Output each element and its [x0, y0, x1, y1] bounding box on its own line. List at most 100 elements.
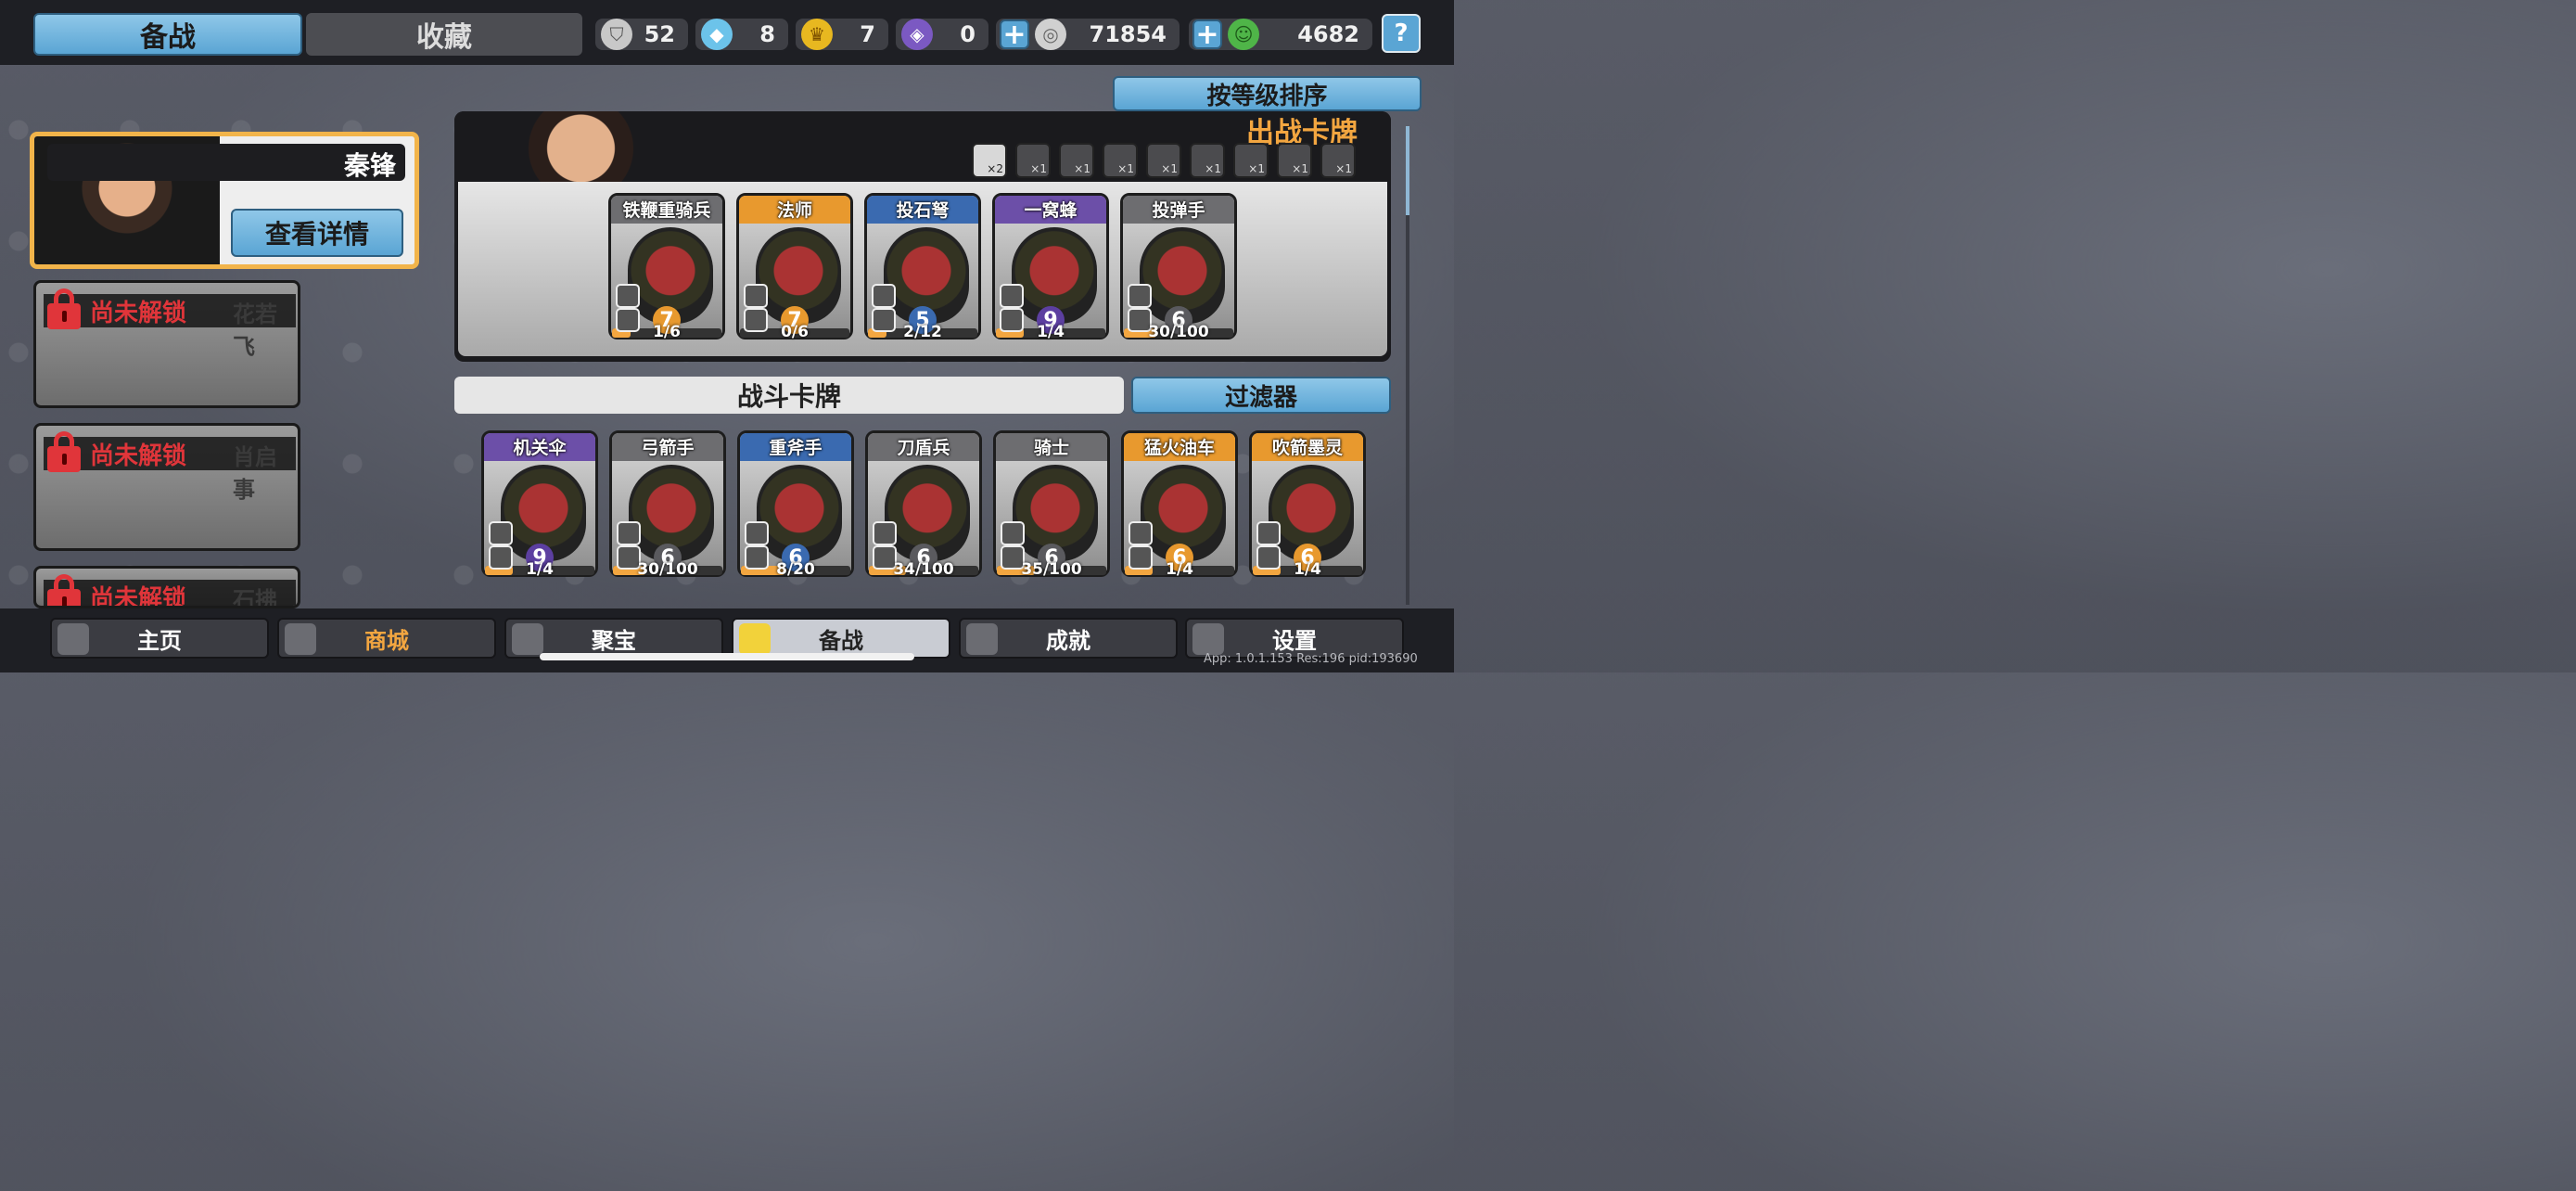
nav-shop[interactable]: 商城: [277, 618, 496, 659]
resource-coins: + ◎ 71854: [996, 19, 1180, 51]
green-gem-icon: ☺: [1228, 19, 1259, 50]
trait-icon[interactable]: ×1: [1103, 143, 1138, 178]
trait-icon[interactable]: ×1: [1190, 143, 1225, 178]
unit-card[interactable]: 重斧手 6 8/20: [737, 430, 854, 579]
nav-settings-label: 设置: [1272, 627, 1317, 654]
card-name: 机关伞: [513, 438, 567, 458]
unit-card[interactable]: 铁鞭重骑兵 7 1/6: [608, 193, 725, 341]
unit-card[interactable]: 投弹手 6 30/100: [1120, 193, 1237, 341]
skill-icon: [873, 521, 897, 545]
card-count: 2/12: [903, 323, 942, 341]
add-gems-button[interactable]: +: [1192, 19, 1222, 51]
achievement-icon: [966, 623, 998, 655]
card-count: 30/100: [1148, 323, 1209, 341]
locked-hero-name: 石拂衣: [233, 587, 277, 608]
resource-silver-value: 52: [644, 21, 675, 47]
card-count: 30/100: [637, 560, 698, 579]
sort-by-level-button[interactable]: 按等级排序: [1113, 76, 1422, 111]
resource-gems: + ☺ 4682: [1189, 19, 1372, 51]
unit-card[interactable]: 猛火油车 6 1/4: [1121, 430, 1238, 579]
app-info: App: 1.0.1.153 Res:196 pid:193690: [1204, 652, 1418, 666]
locked-status: 尚未解锁: [90, 300, 187, 327]
scrollbar-thumb[interactable]: [1406, 126, 1409, 215]
card-name: 一窝蜂: [1024, 200, 1078, 221]
nav-achievement[interactable]: 成就: [959, 618, 1178, 659]
unit-card[interactable]: 一窝蜂 9 1/4: [992, 193, 1109, 341]
card-name: 刀盾兵: [897, 438, 950, 458]
trait-icon[interactable]: ×2: [972, 143, 1007, 178]
treasure-bowl-icon: [512, 623, 543, 655]
view-details-button[interactable]: 查看详情: [231, 209, 403, 257]
card-count: 0/6: [781, 323, 809, 341]
hero-name: 秦锋: [343, 150, 396, 181]
blue-crystal-icon: ◆: [701, 19, 733, 50]
home-indicator[interactable]: [540, 653, 914, 660]
purple-gem-icon: ◈: [901, 19, 933, 50]
nav-home-label: 主页: [137, 627, 182, 654]
hero-card-locked[interactable]: 尚未解锁 花若飞: [33, 280, 300, 408]
locked-hero-name: 花若飞: [233, 301, 277, 360]
cards-icon: [739, 623, 771, 655]
scrollbar[interactable]: [1406, 126, 1409, 605]
card-name: 铁鞭重骑兵: [622, 200, 711, 221]
filter-button[interactable]: 过滤器: [1131, 377, 1391, 414]
unit-card[interactable]: 刀盾兵 6 34/100: [865, 430, 982, 579]
card-count: 34/100: [893, 560, 954, 579]
card-count: 1/4: [1166, 560, 1193, 579]
skill-icon: [489, 521, 513, 545]
gear-icon: [1192, 623, 1224, 655]
skill-icon: [1129, 521, 1153, 545]
nav-achievement-label: 成就: [1046, 627, 1090, 654]
unit-card[interactable]: 吹箭墨灵 6 1/4: [1249, 430, 1366, 579]
gold-trophy-icon: ♛: [801, 19, 833, 50]
silver-shield-icon: ⛉: [601, 19, 632, 50]
unit-card[interactable]: 投石弩 5 2/12: [864, 193, 981, 341]
trait-icon[interactable]: ×1: [1059, 143, 1094, 178]
hero-card-locked[interactable]: 尚未解锁 石拂衣: [33, 566, 300, 608]
trait-icon[interactable]: ×1: [1146, 143, 1181, 178]
unit-card[interactable]: 弓箭手 6 30/100: [609, 430, 726, 579]
home-icon: [57, 623, 89, 655]
lock-icon: [47, 288, 81, 329]
card-count: 8/20: [776, 560, 815, 579]
tab-prep[interactable]: 备战: [33, 13, 302, 56]
top-bar: 备战 收藏 ⛉ 52 ◆ 8 ♛ 7 ◈ 0 + ◎ 71854 + ☺ 468…: [0, 0, 1454, 65]
resource-crystal: ◆ 8: [695, 19, 788, 50]
skill-icon: [744, 284, 768, 308]
card-count: 1/4: [1294, 560, 1321, 579]
tab-collect[interactable]: 收藏: [306, 13, 582, 56]
hero-card-locked[interactable]: 尚未解锁 肖启事: [33, 423, 300, 551]
unit-card[interactable]: 法师 7 0/6: [736, 193, 853, 341]
resource-gold-value: 7: [860, 21, 875, 47]
nav-treasure-label: 聚宝: [592, 627, 636, 654]
add-coins-button[interactable]: +: [1000, 19, 1029, 51]
card-name: 重斧手: [769, 438, 823, 458]
card-name: 投弹手: [1152, 200, 1205, 221]
trait-icon[interactable]: ×1: [1015, 143, 1051, 178]
unit-card[interactable]: 骑士 6 35/100: [993, 430, 1110, 579]
trait-icon[interactable]: ×1: [1320, 143, 1356, 178]
coins-value: 71854: [1089, 21, 1167, 47]
resource-silver: ⛉ 52: [595, 19, 688, 50]
resource-purple: ◈ 0: [896, 19, 988, 50]
unit-card[interactable]: 机关伞 9 1/4: [481, 430, 598, 579]
resource-crystal-value: 8: [759, 21, 775, 47]
help-button[interactable]: ?: [1382, 14, 1421, 53]
skill-icon: [1000, 284, 1024, 308]
hero-face-banner: [464, 111, 677, 182]
card-count: 1/6: [653, 323, 681, 341]
nav-home[interactable]: 主页: [50, 618, 269, 659]
skill-icon: [616, 284, 640, 308]
card-name: 投石弩: [896, 200, 950, 221]
card-name: 猛火油车: [1143, 438, 1215, 458]
resource-gold: ♛ 7: [796, 19, 888, 50]
nav-shop-label: 商城: [364, 627, 409, 654]
gems-value: 4682: [1297, 21, 1359, 47]
lock-icon: [47, 431, 81, 472]
coin-icon: ◎: [1035, 19, 1066, 50]
hero-card-selected[interactable]: 秦锋 查看详情: [30, 132, 419, 269]
trait-icon[interactable]: ×1: [1233, 143, 1269, 178]
card-name: 骑士: [1033, 438, 1069, 458]
trait-icon[interactable]: ×1: [1277, 143, 1312, 178]
card-name: 法师: [776, 200, 812, 221]
